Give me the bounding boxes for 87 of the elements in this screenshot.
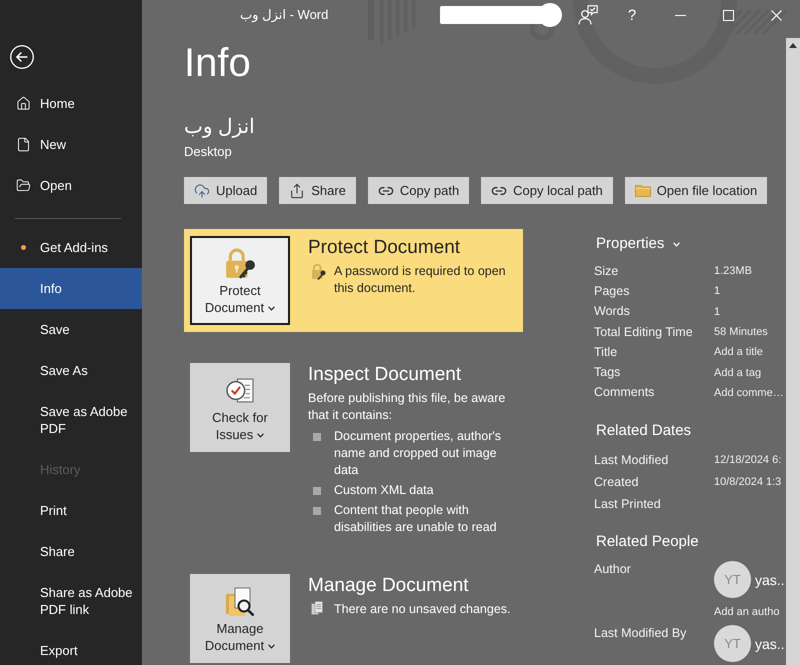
bullet-icon [313, 433, 321, 441]
property-value: Add a tag [714, 366, 762, 380]
property-label: Last Printed [594, 496, 661, 513]
section-description: There are no unsaved changes. [334, 601, 512, 618]
action-button[interactable]: Copy local path [481, 177, 613, 204]
caret-icon [673, 242, 680, 246]
person-name[interactable]: yas.. [755, 572, 785, 588]
property-label: Title [594, 344, 618, 361]
lock-key-icon [224, 248, 256, 280]
property-value: 1 [714, 284, 720, 298]
section-title: Inspect Document [308, 363, 462, 387]
manage-document-button[interactable]: Manage Document [190, 574, 290, 663]
property-label: Created [594, 474, 638, 491]
avatar: YT [714, 561, 751, 598]
action-button[interactable]: Open file location [624, 177, 768, 204]
section-description: A password is required to open this document. [334, 263, 507, 297]
sidebar-item[interactable]: New [0, 124, 142, 165]
property-label: Words [594, 303, 630, 320]
properties-dropdown[interactable]: Properties [596, 234, 680, 254]
section-title: Protect Document [308, 236, 462, 260]
folder-icon [16, 178, 31, 193]
sidebar-item[interactable]: Share as Adobe PDF link [0, 572, 142, 630]
property-label: Size [594, 262, 618, 280]
sidebar-item[interactable]: Get Add-ins [0, 227, 142, 268]
caret-icon [268, 644, 276, 650]
property-label: Tags [594, 364, 620, 382]
sidebar-item[interactable]: Print [0, 490, 142, 531]
page-heading: Info [184, 40, 251, 87]
bullet-text: Custom XML data [334, 482, 435, 499]
house-icon [16, 96, 31, 111]
property-label: Comments [594, 384, 654, 402]
bullet-icon [313, 487, 321, 495]
property-label: Total Editing Time [594, 324, 693, 341]
document-location: Desktop [184, 143, 232, 160]
avatar: YT [714, 625, 751, 662]
share-icon [289, 182, 306, 198]
add-author-link[interactable]: Add an autho [714, 604, 780, 620]
maximize-icon [722, 10, 734, 20]
feedback-icon [578, 5, 598, 25]
bullet-text: Document properties, author's name and cropped out image data [334, 428, 502, 479]
property-value: 1.23MB [714, 264, 752, 278]
property-value: 1 [714, 304, 720, 319]
caret-icon [268, 306, 276, 312]
document-search-icon [225, 586, 255, 618]
sidebar-item[interactable]: Save As [0, 350, 142, 391]
back-button[interactable] [10, 45, 34, 69]
sidebar-item[interactable]: Save as Adobe PDF [0, 391, 142, 449]
checklist-icon [226, 378, 254, 404]
property-label: Last Modified By [594, 625, 686, 642]
folder-icon [634, 184, 651, 197]
sidebar-item[interactable]: Info [0, 268, 142, 309]
property-value: 58 Minutes [714, 325, 768, 340]
minimize-icon [674, 14, 686, 16]
property-value: Add comme… [714, 386, 784, 400]
property-label: Pages [594, 282, 630, 300]
property-label: Last Modified [594, 452, 668, 469]
window-title: انزل وب - Word [240, 7, 328, 23]
sidebar-item[interactable]: Home [0, 83, 142, 124]
property-value: 12/18/2024 6: [714, 453, 782, 468]
sidebar-item[interactable]: Export [0, 630, 142, 665]
property-label: Author [594, 561, 631, 578]
section-title: Manage Document [308, 574, 470, 598]
document-name: انزل وب [184, 115, 255, 140]
caret-icon [257, 433, 264, 438]
protect-document-button[interactable]: Protect Document [190, 236, 290, 325]
documents-icon [311, 601, 323, 615]
section-heading: Related Dates [596, 421, 692, 442]
lock-key-icon [311, 263, 326, 280]
close-icon [770, 10, 782, 20]
help-button[interactable]: ? [608, 0, 656, 30]
action-button[interactable]: Share [279, 177, 356, 204]
check-issues-button[interactable]: Check for Issues [190, 363, 290, 452]
file-icon [16, 137, 31, 152]
section-heading: Related People [596, 532, 699, 552]
property-value: 10/8/2024 1:3 [714, 475, 782, 490]
sidebar-item[interactable]: Open [0, 165, 142, 206]
action-button[interactable]: Upload [184, 177, 268, 204]
sidebar-item[interactable]: Share [0, 531, 142, 572]
section-description: Before publishing this file, be aware that it contains: [308, 390, 506, 424]
person-name[interactable]: yas.. [755, 636, 785, 652]
action-button[interactable]: Copy path [368, 177, 470, 204]
bullet-text: Content that people with disabilities are unable to read [334, 502, 498, 536]
property-value: Add a title [714, 345, 763, 360]
bullet-icon [313, 507, 321, 515]
cloud-upload-icon [194, 182, 210, 198]
sidebar-item[interactable]: Save [0, 309, 142, 350]
scroll-up-icon[interactable] [789, 43, 797, 48]
